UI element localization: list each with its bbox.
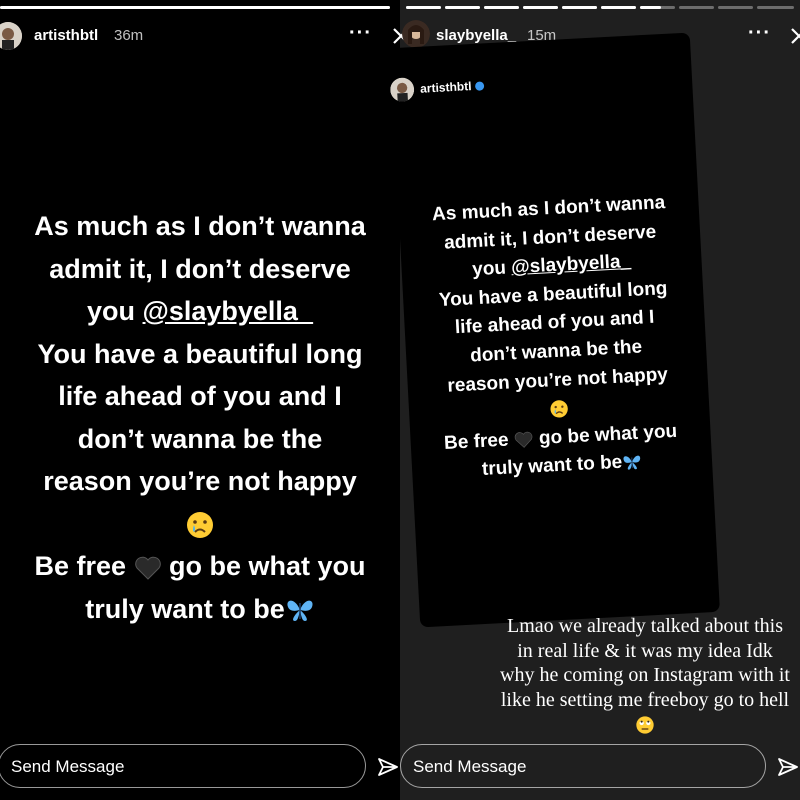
- story-progress-bar: [679, 6, 714, 9]
- story-progress-bar: [445, 6, 480, 9]
- reply-caption: Lmao we already talked about this in rea…: [500, 614, 790, 737]
- crying-emoji-icon: [550, 400, 568, 418]
- story-line: life ahead of you and I: [58, 381, 342, 411]
- story-progress-bar: [718, 6, 753, 9]
- story-line: You have a beautiful long: [37, 338, 363, 369]
- story-timestamp: 36m: [114, 27, 144, 44]
- send-message-placeholder: Send Message: [11, 757, 125, 776]
- story-progress-bar: [523, 6, 558, 9]
- black-heart-icon: [514, 431, 533, 448]
- send-message-placeholder: Send Message: [413, 757, 527, 776]
- crying-emoji-icon: [187, 512, 213, 539]
- story-progress-bar: [562, 6, 597, 9]
- more-icon[interactable]: ···: [349, 22, 372, 45]
- story-text: As much as I don’t wanna admit it, I don…: [0, 205, 400, 630]
- story-progress-bar: [601, 6, 636, 9]
- black-heart-icon: [134, 556, 161, 580]
- story-line: [0, 503, 400, 546]
- story-progress-bar: [0, 6, 390, 9]
- story-line: reason you’re not happy: [43, 466, 357, 496]
- avatar[interactable]: [402, 20, 430, 48]
- eye-roll-emoji-icon: [636, 716, 654, 735]
- story-line: As much as I don’t wanna: [34, 211, 366, 241]
- close-icon[interactable]: [789, 26, 800, 46]
- more-icon[interactable]: ···: [748, 22, 771, 45]
- story-line: truly want to be: [0, 588, 400, 631]
- story-progress-bar: [406, 6, 441, 9]
- reshared-username[interactable]: artisthbtl: [420, 78, 485, 96]
- story-line: don’t wanna be the: [77, 423, 323, 454]
- story-username[interactable]: artisthbtl: [34, 27, 98, 44]
- story-progress-bar: [484, 6, 519, 9]
- avatar[interactable]: [390, 77, 415, 102]
- send-message-input[interactable]: Send Message: [0, 744, 366, 788]
- reply-text: Lmao we already talked about this in rea…: [500, 615, 790, 711]
- butterfly-icon: [287, 600, 313, 622]
- mention-link[interactable]: @slaybyella_: [511, 251, 632, 278]
- send-icon[interactable]: [377, 756, 399, 778]
- send-message-input[interactable]: Send Message: [400, 744, 766, 788]
- verified-icon: [475, 81, 485, 92]
- story-progress-bar: [640, 6, 675, 9]
- story-line: admit it, I don’t deserve: [49, 253, 351, 284]
- butterfly-icon: [623, 455, 641, 470]
- story-line: you @slaybyella_: [87, 296, 313, 326]
- story-line: Be free go be what you: [34, 551, 366, 581]
- reshared-story-card[interactable]: artisthbtl As much as I don’t wanna admi…: [390, 32, 720, 628]
- story-progress-bar: [757, 6, 794, 9]
- send-icon[interactable]: [777, 756, 799, 778]
- left-story-panel[interactable]: artisthbtl 36m ··· As much as I don’t wa…: [0, 0, 400, 800]
- mention-link[interactable]: @slaybyella_: [143, 296, 313, 326]
- avatar[interactable]: [0, 22, 22, 50]
- reshared-story-text: As much as I don’t wanna admit it, I don…: [398, 187, 713, 488]
